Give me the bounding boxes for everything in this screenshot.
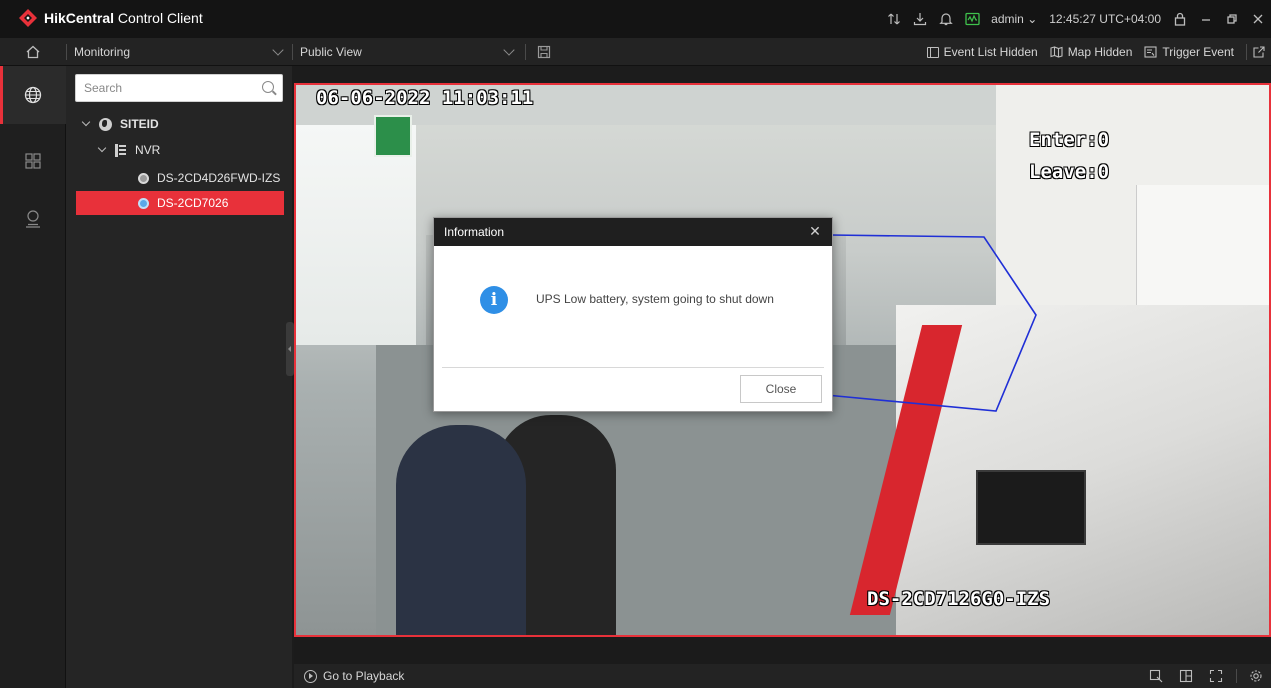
nav-person-icon[interactable] bbox=[0, 190, 66, 248]
bottom-bar: Go to Playback bbox=[294, 664, 1271, 688]
chevron-down-icon[interactable] bbox=[81, 117, 91, 127]
tree-node-camera-selected[interactable]: DS-2CD7026 bbox=[76, 191, 284, 215]
fullscreen-icon[interactable] bbox=[1201, 664, 1231, 688]
dialog-message: UPS Low battery, system going to shut do… bbox=[536, 292, 774, 306]
app-title-rest: Control Client bbox=[114, 10, 203, 26]
camera-offline-icon bbox=[138, 172, 149, 184]
tree-node-site[interactable]: SITEID bbox=[66, 112, 292, 136]
save-view-icon[interactable] bbox=[537, 38, 557, 66]
map-toggle[interactable]: Map Hidden bbox=[1044, 45, 1139, 59]
lock-icon[interactable] bbox=[1167, 0, 1193, 38]
map-label: Map Hidden bbox=[1067, 45, 1133, 59]
main-toolbar: Monitoring Public View Event List Hidden… bbox=[0, 38, 1271, 66]
event-list-toggle[interactable]: Event List Hidden bbox=[921, 45, 1044, 59]
window-layout-icon[interactable] bbox=[1171, 664, 1201, 688]
tree-node-camera[interactable]: DS-2CD4D26FWD-IZS bbox=[66, 166, 292, 190]
trigger-event-label: Trigger Event bbox=[1162, 45, 1234, 59]
download-icon[interactable] bbox=[907, 0, 933, 38]
title-bar: HikCentral Control Client admin ⌄ 12:45:… bbox=[0, 0, 1271, 38]
user-menu[interactable]: admin ⌄ bbox=[985, 12, 1043, 26]
search-placeholder: Search bbox=[84, 81, 123, 95]
toolbar-divider bbox=[66, 44, 67, 60]
restore-icon[interactable] bbox=[1219, 0, 1245, 38]
module-select-value: Monitoring bbox=[74, 45, 131, 59]
tree-node-site-label: SITEID bbox=[120, 117, 159, 131]
info-icon: i bbox=[480, 286, 508, 314]
tree-node-nvr[interactable]: NVR bbox=[66, 138, 292, 162]
bell-icon[interactable] bbox=[933, 0, 959, 38]
title-bar-controls: admin ⌄ 12:45:27 UTC+04:00 bbox=[881, 0, 1271, 38]
sort-arrows-icon[interactable] bbox=[881, 0, 907, 38]
app-title-brand: HikCentral bbox=[44, 10, 115, 26]
toolbar-divider bbox=[292, 44, 293, 60]
site-globe-icon bbox=[99, 117, 112, 131]
playback-icon bbox=[304, 669, 317, 683]
chevron-down-icon bbox=[503, 44, 515, 56]
event-list-label: Event List Hidden bbox=[943, 45, 1038, 59]
information-dialog: Information ✕ i UPS Low battery, system … bbox=[433, 217, 833, 412]
left-nav bbox=[0, 66, 66, 688]
view-select-value: Public View bbox=[300, 45, 362, 59]
toolbar-actions: Event List Hidden Map Hidden Trigger Eve… bbox=[921, 38, 1271, 66]
nav-view-grid-icon[interactable] bbox=[0, 132, 66, 190]
close-button[interactable]: Close bbox=[740, 375, 822, 403]
tree-node-camera-label: DS-2CD7026 bbox=[157, 196, 229, 210]
gear-icon[interactable] bbox=[1241, 664, 1271, 688]
osd-camera-name: DS-2CD7126G0-IZS bbox=[867, 588, 1051, 610]
minimize-icon[interactable] bbox=[1193, 0, 1219, 38]
user-name: admin bbox=[991, 12, 1024, 26]
app-title: HikCentral Control Client bbox=[44, 10, 203, 26]
search-input[interactable]: Search bbox=[75, 74, 283, 102]
map-icon bbox=[1050, 46, 1063, 58]
trigger-event-button[interactable]: Trigger Event bbox=[1138, 45, 1240, 59]
module-select[interactable]: Monitoring bbox=[74, 38, 286, 66]
close-window-icon[interactable] bbox=[1245, 0, 1271, 38]
panel-collapse-handle[interactable] bbox=[286, 322, 294, 376]
clock: 12:45:27 UTC+04:00 bbox=[1049, 12, 1161, 26]
bottom-divider bbox=[1231, 664, 1241, 688]
panel-icon bbox=[926, 46, 939, 58]
osd-leave-count: Leave:0 bbox=[1029, 161, 1110, 183]
go-to-playback-button[interactable]: Go to Playback bbox=[304, 664, 404, 688]
toolbar-divider bbox=[525, 44, 526, 60]
chevron-down-icon bbox=[272, 44, 284, 56]
dialog-body: i UPS Low battery, system going to shut … bbox=[442, 246, 824, 368]
nav-monitoring-globe-icon[interactable] bbox=[0, 66, 66, 124]
go-to-playback-label: Go to Playback bbox=[323, 669, 405, 683]
camera-online-icon bbox=[138, 197, 149, 209]
capture-icon[interactable] bbox=[1141, 664, 1171, 688]
tree-node-nvr-label: NVR bbox=[135, 143, 161, 157]
tree-node-camera-label: DS-2CD4D26FWD-IZS bbox=[157, 171, 281, 185]
close-icon[interactable]: ✕ bbox=[808, 224, 822, 238]
video-area-background bbox=[294, 637, 1271, 664]
hikcentral-logo-icon bbox=[19, 9, 37, 27]
health-monitor-icon[interactable] bbox=[959, 0, 985, 38]
dialog-header: Information ✕ bbox=[434, 218, 832, 246]
pop-out-icon[interactable] bbox=[1253, 46, 1271, 58]
chevron-down-icon[interactable] bbox=[97, 143, 107, 153]
osd-enter-count: Enter:0 bbox=[1029, 129, 1110, 151]
view-select[interactable]: Public View bbox=[300, 38, 520, 66]
dialog-title: Information bbox=[444, 225, 505, 239]
resource-tree-panel: Search SITEID NVR DS-2CD4D26FWD-IZS DS-2… bbox=[66, 66, 292, 688]
detection-region-line bbox=[825, 234, 1037, 412]
toolbar-divider bbox=[1246, 44, 1247, 60]
app-window: HikCentral Control Client admin ⌄ 12:45:… bbox=[0, 0, 1271, 688]
trigger-event-icon bbox=[1144, 46, 1157, 58]
home-icon[interactable] bbox=[0, 38, 66, 66]
nvr-device-icon bbox=[115, 143, 127, 157]
osd-timestamp: 06-06-2022 11:03:11 bbox=[316, 87, 534, 109]
search-icon[interactable] bbox=[262, 81, 274, 93]
bottom-bar-icons bbox=[1141, 664, 1271, 688]
